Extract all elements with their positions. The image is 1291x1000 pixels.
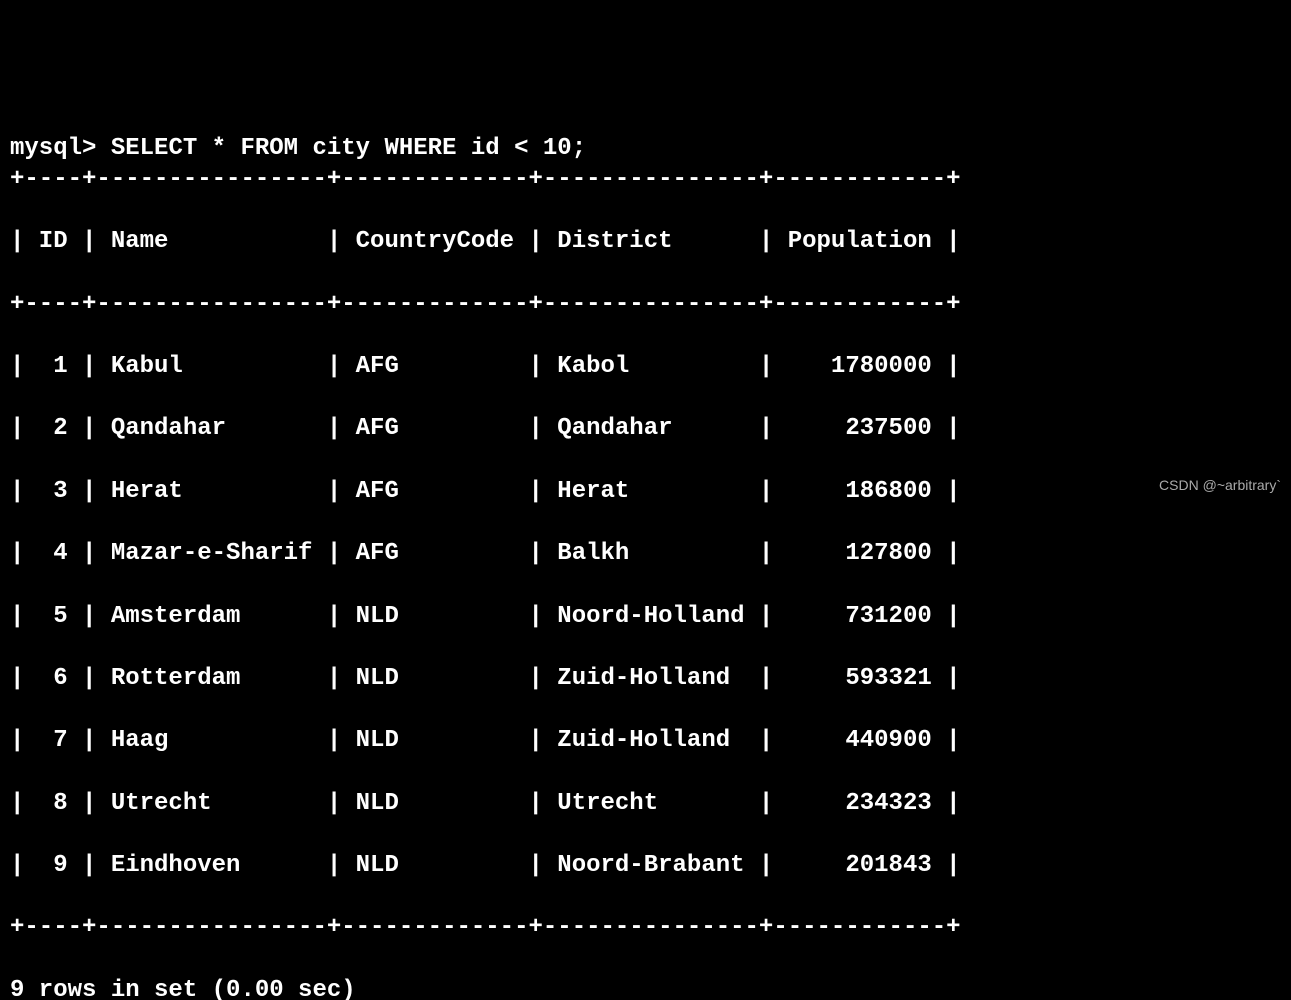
table-row: | 2 | Qandahar | AFG | Qandahar | 237500… xyxy=(10,413,1281,444)
table-row: | 9 | Eindhoven | NLD | Noord-Brabant | … xyxy=(10,850,1281,881)
query-status: 9 rows in set (0.00 sec) xyxy=(10,975,1281,1000)
table-separator-mid: +----+----------------+-------------+---… xyxy=(10,289,1281,320)
mysql-prompt: mysql> xyxy=(10,135,111,162)
table-separator-top: +----+----------------+-------------+---… xyxy=(10,164,1281,195)
table-separator-bottom: +----+----------------+-------------+---… xyxy=(10,912,1281,943)
table-row: | 1 | Kabul | AFG | Kabol | 1780000 | xyxy=(10,351,1281,382)
table-header: | ID | Name | CountryCode | District | P… xyxy=(10,226,1281,257)
table-row: | 7 | Haag | NLD | Zuid-Holland | 440900… xyxy=(10,725,1281,756)
table-row: | 8 | Utrecht | NLD | Utrecht | 234323 | xyxy=(10,788,1281,819)
table-row: | 3 | Herat | AFG | Herat | 186800 | xyxy=(10,476,1281,507)
table-row: | 5 | Amsterdam | NLD | Noord-Holland | … xyxy=(10,601,1281,632)
sql-query: SELECT * FROM city WHERE id < 10; xyxy=(111,135,586,162)
watermark: CSDN @~arbitrary` xyxy=(1159,476,1281,494)
table-row: | 6 | Rotterdam | NLD | Zuid-Holland | 5… xyxy=(10,663,1281,694)
table-row: | 4 | Mazar-e-Sharif | AFG | Balkh | 127… xyxy=(10,538,1281,569)
